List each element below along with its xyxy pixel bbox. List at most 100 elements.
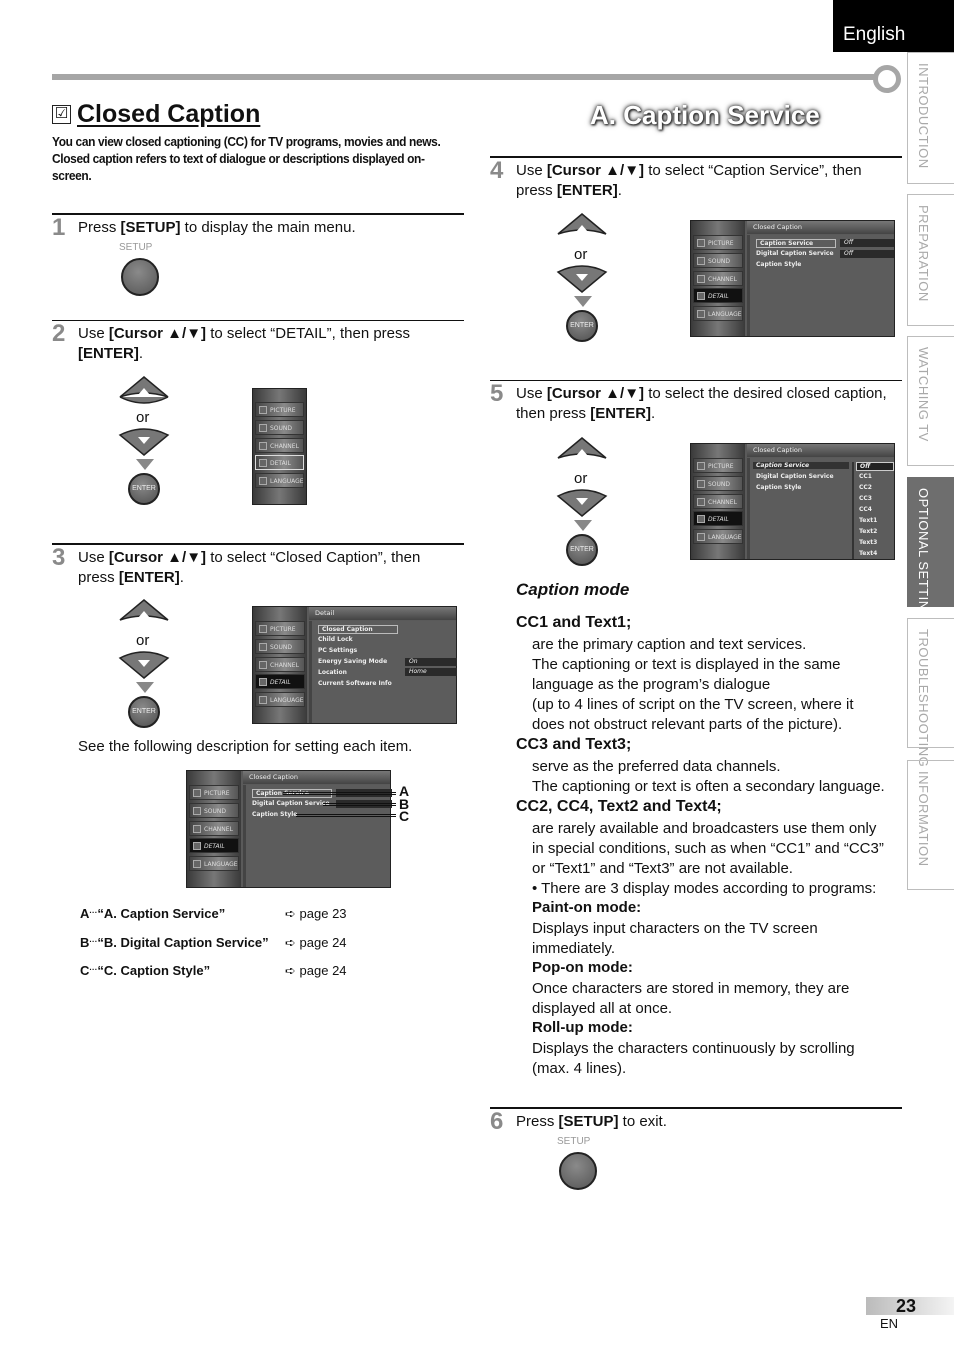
side-tab-introduction[interactable]: INTRODUCTION xyxy=(907,52,954,184)
side-tab-troubleshooting[interactable]: TROUBLESHOOTING xyxy=(907,618,954,767)
menu-item-sound: SOUND xyxy=(255,420,304,435)
enter-button-icon: ENTER xyxy=(128,696,160,728)
caption-option: Text1 xyxy=(859,517,878,524)
step-4-text: Use [Cursor ▲/▼] to select “Caption Serv… xyxy=(516,162,862,199)
step-divider xyxy=(52,543,464,545)
side-tab-watching-tv[interactable]: WATCHING TV xyxy=(907,336,954,466)
step-number: 1 xyxy=(52,214,66,241)
caption-options-list: Off CC1 CC2 CC3 CC4 Text1 Text2 Text3 Te… xyxy=(852,462,894,559)
cc3-heading: CC3 and Text3; xyxy=(516,736,632,753)
setup-label: SETUP xyxy=(557,1136,591,1147)
cursor-down-icon xyxy=(556,489,608,517)
menu-item-channel: CHANNEL xyxy=(255,657,305,672)
mode-desc: displayed all at once. xyxy=(532,1000,673,1017)
cc2-line: in special conditions, such as when “CC1… xyxy=(532,840,884,857)
cursor-buttons-illustration: or ENTER xyxy=(556,436,612,574)
mode-name: Paint-on mode: xyxy=(532,899,642,916)
menu-item-detail: DETAIL xyxy=(693,511,743,526)
callout-label-c: C xyxy=(399,808,410,824)
step-5-text: Use [Cursor ▲/▼] to select the desired c… xyxy=(516,385,887,422)
menu-item-picture: PICTURE xyxy=(255,402,304,417)
caption-option: Text2 xyxy=(859,528,878,535)
menu-item-picture: PICTURE xyxy=(255,621,305,636)
menu-item-language: LANGUAGE xyxy=(255,473,304,488)
cursor-up-icon xyxy=(119,599,169,621)
detail-value: Home xyxy=(405,668,457,676)
page-language-code: EN xyxy=(880,1316,899,1331)
caption-mode-title: Caption mode xyxy=(516,580,630,599)
cursor-down-icon xyxy=(118,651,170,679)
tv-menu-header: Detail xyxy=(309,607,456,620)
step-divider xyxy=(490,1107,902,1109)
cursor-buttons-illustration: or ENTER xyxy=(118,375,174,513)
arrow-down-icon xyxy=(136,682,154,693)
caption-option: CC3 xyxy=(859,495,872,502)
tv-closed-caption-menu: PICTURE SOUND CHANNEL DETAIL LANGUAGE Cl… xyxy=(186,770,392,888)
cc-item: Caption Style xyxy=(756,484,802,491)
step-number: 6 xyxy=(490,1108,504,1135)
menu-item-sound: SOUND xyxy=(693,253,743,268)
side-tab-optional-setting[interactable]: OPTIONAL SETTING xyxy=(907,477,954,621)
mode-desc: immediately. xyxy=(532,940,616,957)
cc-item: Caption Style xyxy=(252,811,298,818)
menu-item-detail: DETAIL xyxy=(693,288,743,303)
mode-desc: (max. 4 lines). xyxy=(532,1060,627,1077)
step-1-text: Press [SETUP] to display the main menu. xyxy=(78,219,356,236)
reference-row[interactable]: B···“B. Digital Caption Service” ➪ page 2… xyxy=(80,935,370,950)
enter-button-icon: ENTER xyxy=(566,534,598,566)
enter-button-icon: ENTER xyxy=(128,473,160,505)
cc-item: Caption Style xyxy=(756,261,802,268)
step-3-text: Use [Cursor ▲/▼] to select “Closed Capti… xyxy=(78,549,421,586)
mode-desc: Once characters are stored in memory, th… xyxy=(532,980,850,997)
cc1-line: The captioning or text is displayed in t… xyxy=(532,656,841,673)
mode-desc: Displays input characters on the TV scre… xyxy=(532,920,818,937)
step-divider xyxy=(52,320,464,321)
page-number: 23 xyxy=(866,1297,954,1315)
tv-menu-header: Closed Caption xyxy=(243,771,390,784)
cc1-heading: CC1 and Text1; xyxy=(516,614,632,631)
detail-item: Current Software Info xyxy=(318,680,392,687)
tv-caption-service-options: PICTURE SOUND CHANNEL DETAIL LANGUAGE Cl… xyxy=(690,443,895,560)
cc-item: Caption Service xyxy=(753,462,849,469)
reference-row[interactable]: C···“C. Caption Style” ➪ page 24 xyxy=(80,963,370,978)
side-tab-preparation[interactable]: PREPARATION xyxy=(907,194,954,326)
tv-menu-header: Closed Caption xyxy=(747,444,894,457)
see-description-text: See the following description for settin… xyxy=(78,738,413,755)
step-number: 2 xyxy=(52,320,66,347)
tv-main-menu: PICTURE SOUND CHANNEL DETAIL LANGUAGE xyxy=(252,388,307,505)
cursor-up-icon xyxy=(557,213,607,235)
tv-menu-header: Closed Caption xyxy=(747,221,894,234)
cc-item: Caption Service xyxy=(756,239,836,248)
cursor-up-icon xyxy=(557,437,607,459)
cc2-line: are rarely available and broadcasters us… xyxy=(532,820,877,837)
caption-option: CC2 xyxy=(859,484,872,491)
mode-name: Roll-up mode: xyxy=(532,1019,633,1036)
step-2-text: Use [Cursor ▲/▼] to select “DETAIL”, the… xyxy=(78,325,411,362)
menu-item-sound: SOUND xyxy=(693,476,743,491)
cursor-up-icon xyxy=(119,376,169,404)
reference-row[interactable]: A···“A. Caption Service” ➪ page 23 xyxy=(80,906,370,921)
cc-value: Off xyxy=(840,239,894,247)
cc3-line: The captioning or text is often a second… xyxy=(532,778,885,795)
menu-item-sound: SOUND xyxy=(189,803,239,818)
step-number: 4 xyxy=(490,157,504,184)
step-6-text: Press [SETUP] to exit. xyxy=(516,1113,667,1130)
step-number: 5 xyxy=(490,380,504,407)
step-number: 3 xyxy=(52,544,66,571)
detail-item: Closed Caption xyxy=(318,625,398,634)
cc2-heading: CC2, CC4, Text2 and Text4; xyxy=(516,798,722,815)
menu-item-language: LANGUAGE xyxy=(693,306,743,321)
mode-desc: Displays the characters continuously by … xyxy=(532,1040,855,1057)
detail-item: PC Settings xyxy=(318,647,358,654)
callout-line-c xyxy=(296,814,396,817)
menu-item-detail: DETAIL xyxy=(255,674,305,689)
menu-item-channel: CHANNEL xyxy=(255,438,304,453)
detail-item: Location xyxy=(318,669,347,676)
header-rule xyxy=(52,74,878,80)
cc2-line: or “Text1” and “Text3” are not available… xyxy=(532,860,793,877)
section-title: A. Caption Service xyxy=(590,100,820,130)
cc1-line: (up to 4 lines of script on the TV scree… xyxy=(532,696,854,713)
menu-item-channel: CHANNEL xyxy=(189,821,239,836)
enter-button-icon: ENTER xyxy=(566,310,598,342)
menu-item-picture: PICTURE xyxy=(693,235,743,250)
